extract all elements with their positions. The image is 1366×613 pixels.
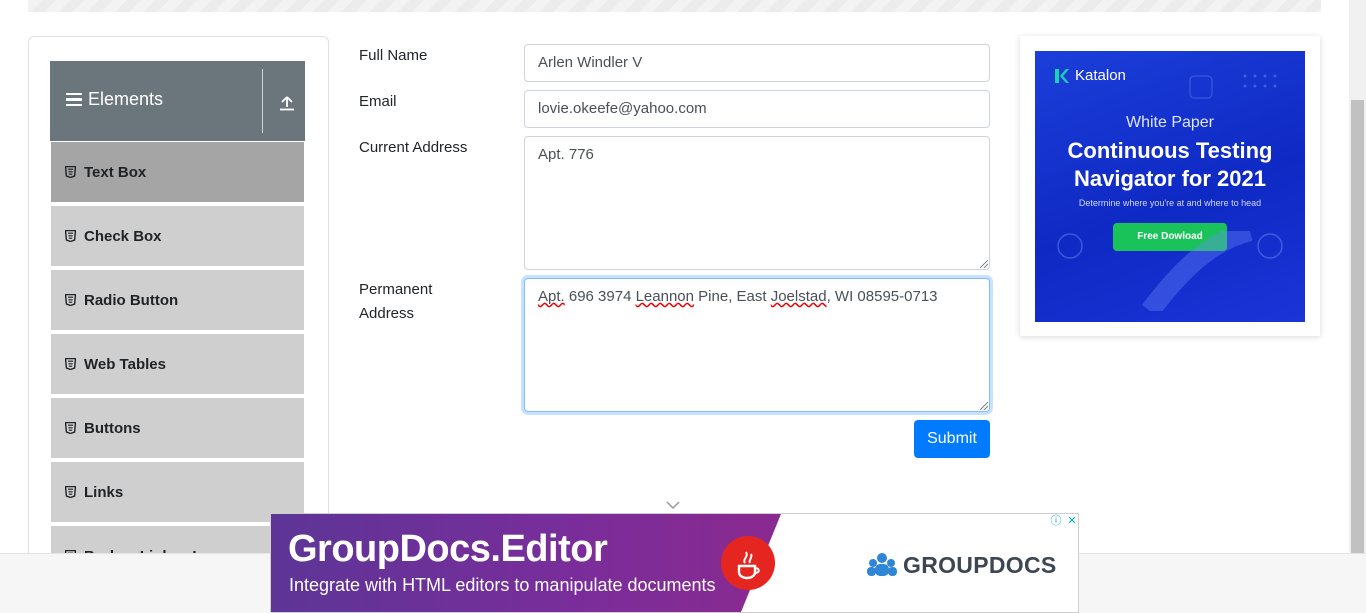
html5-icon bbox=[65, 230, 76, 242]
current-address-label: Current Address bbox=[359, 139, 468, 156]
groupdocs-logo: GROUPDOCS bbox=[867, 551, 1057, 579]
ad-kicker: White Paper bbox=[1125, 114, 1215, 131]
permanent-address-label-line: Address bbox=[359, 305, 415, 322]
ad-subtext: Determine where you're at and where to h… bbox=[1078, 198, 1262, 208]
address-text: 696 3974 bbox=[564, 288, 636, 305]
upload-icon[interactable] bbox=[278, 94, 296, 112]
adchoices-icon[interactable]: ⓘ bbox=[1049, 514, 1063, 528]
groupdocs-logo-text: GROUPDOCS bbox=[903, 551, 1057, 578]
permanent-address-label: Permanent Address bbox=[359, 278, 432, 326]
resize-handle[interactable] bbox=[980, 402, 988, 410]
address-text: Pine, East bbox=[694, 288, 771, 305]
sidebar-item-text-box[interactable]: Text Box bbox=[50, 141, 305, 203]
groupdocs-logo-icon bbox=[867, 553, 897, 576]
sidebar-item-label: Check Box bbox=[84, 227, 162, 245]
full-name-input[interactable]: Arlen Windler V bbox=[524, 44, 990, 82]
misspelled-word: Apt. bbox=[538, 288, 565, 305]
misspelled-word: Joelstad bbox=[770, 288, 827, 305]
sidebar-item-label: Web Tables bbox=[84, 355, 166, 373]
chevron-down-icon[interactable] bbox=[666, 500, 680, 510]
permanent-address-textarea[interactable]: Apt. 696 3974 Leannon Pine, East Joelsta… bbox=[524, 278, 990, 412]
sidebar-item-buttons[interactable]: Buttons bbox=[50, 397, 305, 459]
header-divider bbox=[262, 69, 263, 133]
ad-headline-line: Navigator for 2021 bbox=[1074, 166, 1266, 191]
ad-choices[interactable]: ⓘ ✕ bbox=[1049, 514, 1078, 528]
address-text: , WI 08595-0713 bbox=[826, 288, 938, 305]
groupdocs-ad[interactable]: GroupDocs.Editor Integrate with HTML edi… bbox=[270, 513, 1079, 613]
katalon-brand: Katalon bbox=[1053, 67, 1126, 84]
html5-icon bbox=[65, 486, 76, 498]
katalon-logo-icon bbox=[1055, 68, 1069, 83]
ad-headline: Continuous Testing Navigator for 2021 bbox=[1035, 137, 1305, 193]
group-title: Elements bbox=[88, 89, 164, 109]
ad-decoration-icon bbox=[1057, 231, 1283, 311]
katalon-brand-text: Katalon bbox=[1075, 67, 1126, 84]
sidebar-item-radio-button[interactable]: Radio Button bbox=[50, 269, 305, 331]
misspelled-word: Leannon bbox=[635, 288, 694, 305]
html5-icon bbox=[65, 294, 76, 306]
hamburger-icon bbox=[66, 92, 82, 107]
email-input[interactable]: lovie.okeefe@yahoo.com bbox=[524, 90, 990, 128]
html5-icon bbox=[65, 358, 76, 370]
scrollbar-thumb[interactable] bbox=[1351, 100, 1364, 553]
sidebar-item-check-box[interactable]: Check Box bbox=[50, 205, 305, 267]
ad-headline-line: Continuous Testing bbox=[1067, 138, 1273, 163]
sidebar-item-label: Links bbox=[84, 483, 124, 501]
dots-decoration-icon bbox=[1189, 74, 1277, 99]
resize-handle[interactable] bbox=[980, 260, 988, 268]
permanent-address-label-line: Permanent bbox=[359, 281, 433, 298]
katalon-ad[interactable]: Katalon White Paper Continuous Testing N… bbox=[1035, 51, 1305, 322]
close-icon[interactable]: ✕ bbox=[1065, 514, 1078, 528]
sidebar-item-label: Buttons bbox=[84, 419, 141, 437]
html5-icon bbox=[65, 166, 76, 178]
email-label: Email bbox=[359, 93, 397, 110]
ad-tagline: Integrate with HTML editors to manipulat… bbox=[289, 575, 716, 595]
top-banner bbox=[28, 0, 1321, 12]
sidebar-item-label: Text Box bbox=[84, 163, 147, 181]
elements-group-header[interactable]: Elements bbox=[50, 61, 305, 141]
java-icon bbox=[721, 536, 775, 590]
html5-icon bbox=[65, 422, 76, 434]
current-address-textarea[interactable]: Apt. 776 bbox=[524, 136, 990, 270]
sidebar-item-web-tables[interactable]: Web Tables bbox=[50, 333, 305, 395]
full-name-label: Full Name bbox=[359, 47, 428, 64]
ad-title: GroupDocs.Editor bbox=[288, 528, 608, 570]
sidebar-item-links[interactable]: Links bbox=[50, 461, 305, 523]
submit-button[interactable]: Submit bbox=[914, 420, 990, 458]
sidebar-item-label: Radio Button bbox=[84, 291, 179, 309]
